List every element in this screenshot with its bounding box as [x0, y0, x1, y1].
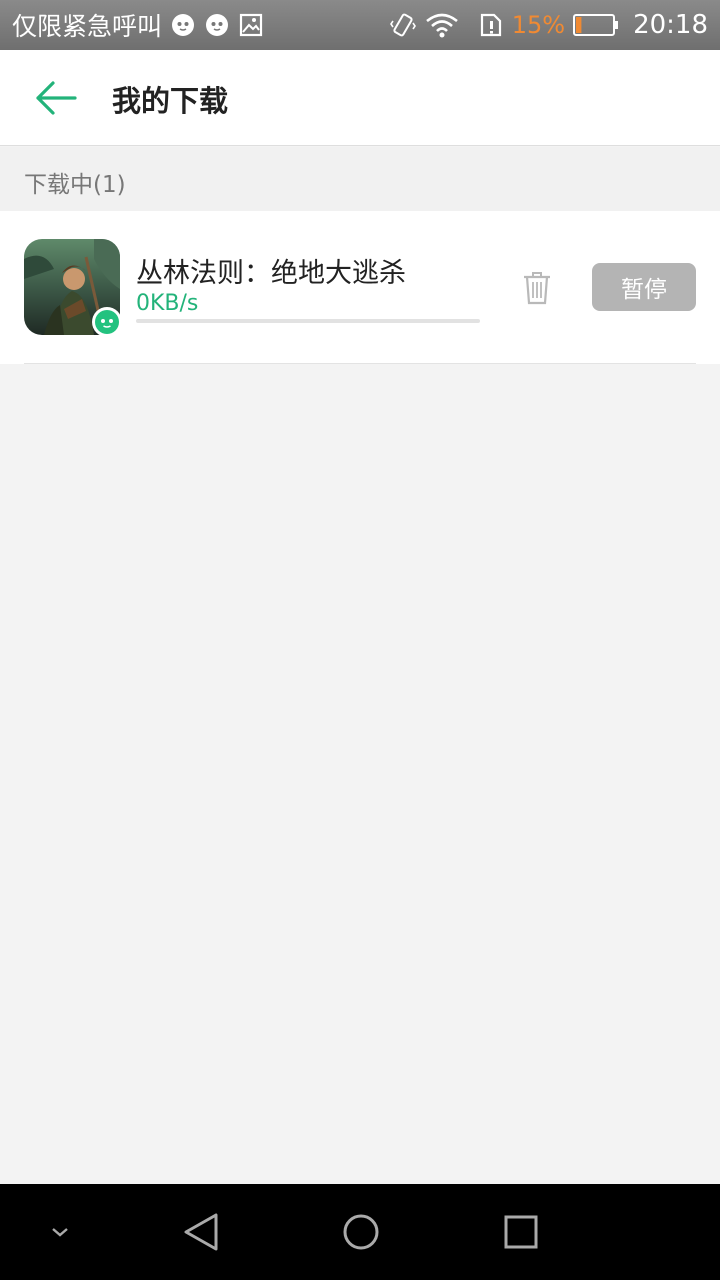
arrow-left-icon	[36, 81, 77, 115]
nav-home-button[interactable]	[335, 1206, 387, 1258]
navigation-bar	[0, 1184, 720, 1280]
app-notification-icon	[204, 12, 230, 38]
circle-home-icon	[343, 1214, 379, 1250]
divider	[24, 363, 696, 364]
download-item[interactable]: 丛林法则：绝地大逃杀 0KB/s 暂停	[0, 211, 720, 364]
battery-icon	[573, 13, 619, 37]
square-recents-icon	[504, 1215, 538, 1249]
vibrate-icon	[389, 12, 416, 38]
section-header: 下载中(1)	[0, 147, 720, 211]
download-speed: 0KB/s	[136, 291, 199, 316]
chevron-down-icon	[52, 1228, 68, 1237]
app-notification-icon	[170, 12, 196, 38]
section-title: 下载中(1)	[24, 172, 126, 198]
status-bar: 仅限紧急呼叫 15% 20:18	[0, 0, 720, 50]
image-icon	[238, 12, 264, 38]
triangle-back-icon	[184, 1213, 218, 1251]
nav-back-button[interactable]	[175, 1206, 227, 1258]
app-bar: 我的下载	[0, 50, 720, 146]
sim-alert-icon	[478, 12, 504, 38]
pause-button[interactable]: 暂停	[592, 263, 696, 311]
clock: 20:18	[633, 10, 708, 40]
page-title: 我的下载	[112, 84, 229, 118]
carrier-text: 仅限紧急呼叫	[12, 12, 163, 41]
progress-bar	[136, 319, 480, 323]
back-button[interactable]	[24, 72, 88, 124]
app-badge-icon	[92, 307, 122, 337]
wifi-icon	[424, 12, 460, 38]
delete-button[interactable]	[516, 269, 558, 307]
nav-recents-button[interactable]	[495, 1206, 547, 1258]
collapse-button[interactable]	[34, 1206, 86, 1258]
battery-percent: 15%	[511, 11, 566, 39]
app-name: 丛林法则：绝地大逃杀	[136, 258, 406, 289]
trash-icon	[524, 272, 550, 305]
